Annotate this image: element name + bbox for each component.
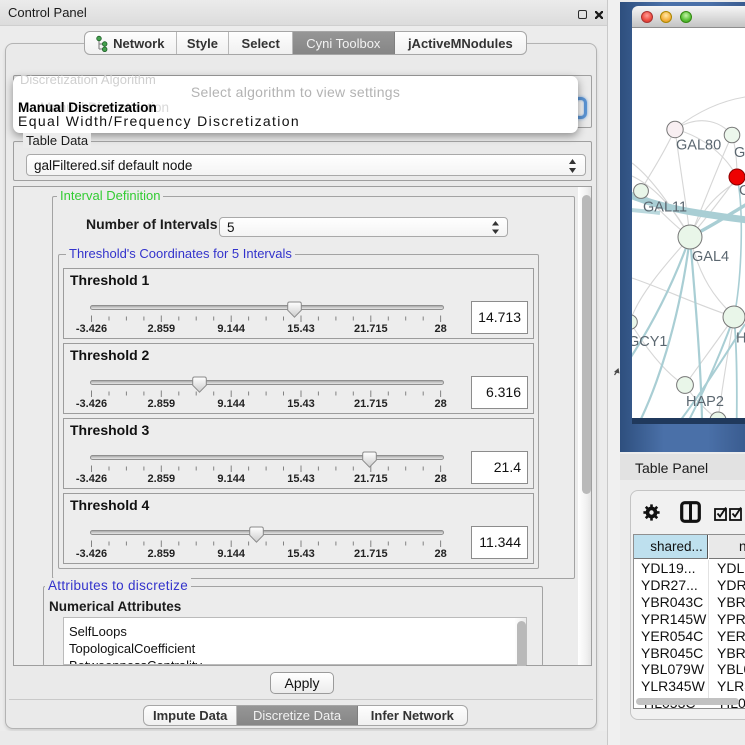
- svg-text:HAP2: HAP2: [686, 394, 724, 410]
- svg-text:H: H: [736, 331, 745, 347]
- svg-text:G.: G.: [734, 145, 745, 161]
- svg-text:G: G: [739, 183, 745, 199]
- svg-text:GAL4: GAL4: [692, 249, 729, 265]
- svg-text:GAL11: GAL11: [643, 200, 687, 216]
- svg-text:GAL80: GAL80: [676, 138, 721, 154]
- svg-text:GCY1: GCY1: [632, 334, 668, 350]
